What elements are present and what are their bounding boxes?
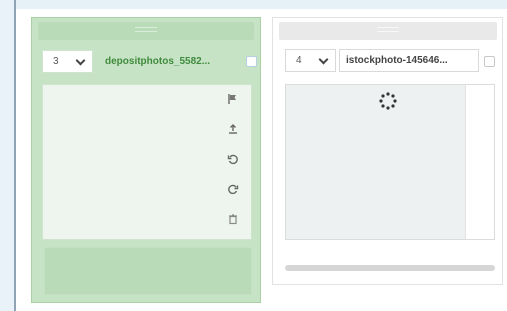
left-divider [14, 0, 16, 311]
top-band [0, 0, 507, 9]
loading-spinner-icon [377, 90, 399, 112]
drag-handle[interactable] [279, 22, 497, 40]
flag-icon[interactable] [223, 93, 243, 109]
order-select-value: 3 [53, 56, 59, 67]
image-card-2[interactable]: 4 istockphoto-145646... [272, 17, 503, 285]
left-strip [0, 0, 14, 311]
grip-icon [377, 27, 399, 35]
select-checkbox[interactable] [246, 56, 257, 67]
image-preview [42, 84, 252, 240]
select-checkbox[interactable] [484, 56, 495, 67]
chevron-down-icon [318, 54, 329, 64]
preview-side-panel [465, 85, 494, 239]
filename-label: depositphotos_5582... [105, 56, 211, 67]
order-select-value: 4 [296, 55, 302, 66]
horizontal-scrollbar[interactable] [285, 265, 495, 271]
image-preview [285, 84, 495, 240]
trash-icon[interactable] [223, 213, 243, 229]
order-select[interactable]: 4 [285, 49, 336, 72]
rotate-right-icon[interactable] [223, 183, 243, 199]
drag-handle[interactable] [38, 22, 254, 40]
image-card-1[interactable]: 3 depositphotos_5582... [31, 17, 261, 303]
card-footer-area [44, 247, 252, 295]
rotate-left-icon[interactable] [223, 153, 243, 169]
filename-label: istockphoto-145646... [339, 49, 479, 72]
grip-icon [135, 27, 157, 35]
image-toolbar [223, 85, 243, 239]
order-select[interactable]: 3 [42, 50, 93, 73]
upload-icon[interactable] [223, 123, 243, 139]
chevron-down-icon [75, 55, 86, 65]
